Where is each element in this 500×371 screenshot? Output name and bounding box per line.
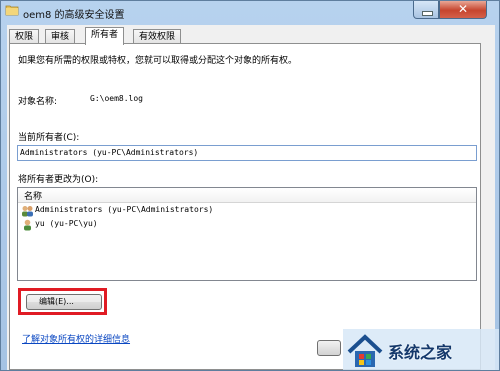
minimize-button[interactable] (413, 1, 439, 19)
dialog-window: oem8 的高级安全设置 ✕ 权限 审核 所有者 有效权限 如果您有所需的权限或… (0, 0, 500, 371)
watermark-text: 系统之家 (388, 343, 453, 362)
learn-more-link[interactable]: 了解对象所有权的详细信息 (22, 332, 130, 345)
tab-effective-permissions[interactable]: 有效权限 (133, 29, 182, 44)
list-item[interactable]: Administrators (yu-PC\Administrators) (20, 204, 474, 218)
list-item-label: yu (yu-PC\yu) (35, 219, 98, 228)
user-icon (24, 219, 31, 231)
owner-candidates-list[interactable]: 名称 Administrators (yu-PC\Administrators)… (17, 187, 477, 281)
close-button[interactable]: ✕ (439, 1, 487, 19)
current-owner-field[interactable]: Administrators (yu-PC\Administrators) (17, 145, 477, 161)
owner-panel: 如果您有所需的权限或特权，您就可以取得或分配这个对象的所有权。 对象名称: G:… (9, 43, 481, 370)
house-logo-icon (347, 334, 383, 367)
current-owner-label: 当前所有者(C): (18, 133, 80, 143)
dialog-client: 权限 审核 所有者 有效权限 如果您有所需的权限或特权，您就可以取得或分配这个对… (7, 25, 495, 370)
tab-permissions[interactable]: 权限 (9, 29, 40, 44)
list-column-header[interactable]: 名称 (18, 188, 476, 203)
watermark: 系统之家 (343, 329, 499, 370)
ok-button[interactable] (317, 340, 341, 356)
folder-icon (5, 5, 19, 16)
highlight-box (18, 288, 107, 315)
list-item-label: Administrators (yu-PC\Administrators) (35, 205, 214, 214)
user-group-icon (22, 206, 33, 217)
object-name-value: G:\oem8.log (90, 94, 143, 103)
list-item[interactable]: yu (yu-PC\yu) (20, 218, 474, 232)
title-bar[interactable]: oem8 的高级安全设置 ✕ (1, 1, 499, 23)
column-name: 名称 (24, 192, 43, 202)
window-title: oem8 的高级安全设置 (23, 10, 125, 21)
tab-auditing[interactable]: 审核 (45, 29, 76, 44)
owner-description: 如果您有所需的权限或特权，您就可以取得或分配这个对象的所有权。 (18, 56, 298, 66)
tab-owner[interactable]: 所有者 (85, 27, 125, 45)
change-owner-label: 将所有者更改为(O): (18, 175, 99, 185)
object-name-label: 对象名称: (18, 97, 58, 107)
